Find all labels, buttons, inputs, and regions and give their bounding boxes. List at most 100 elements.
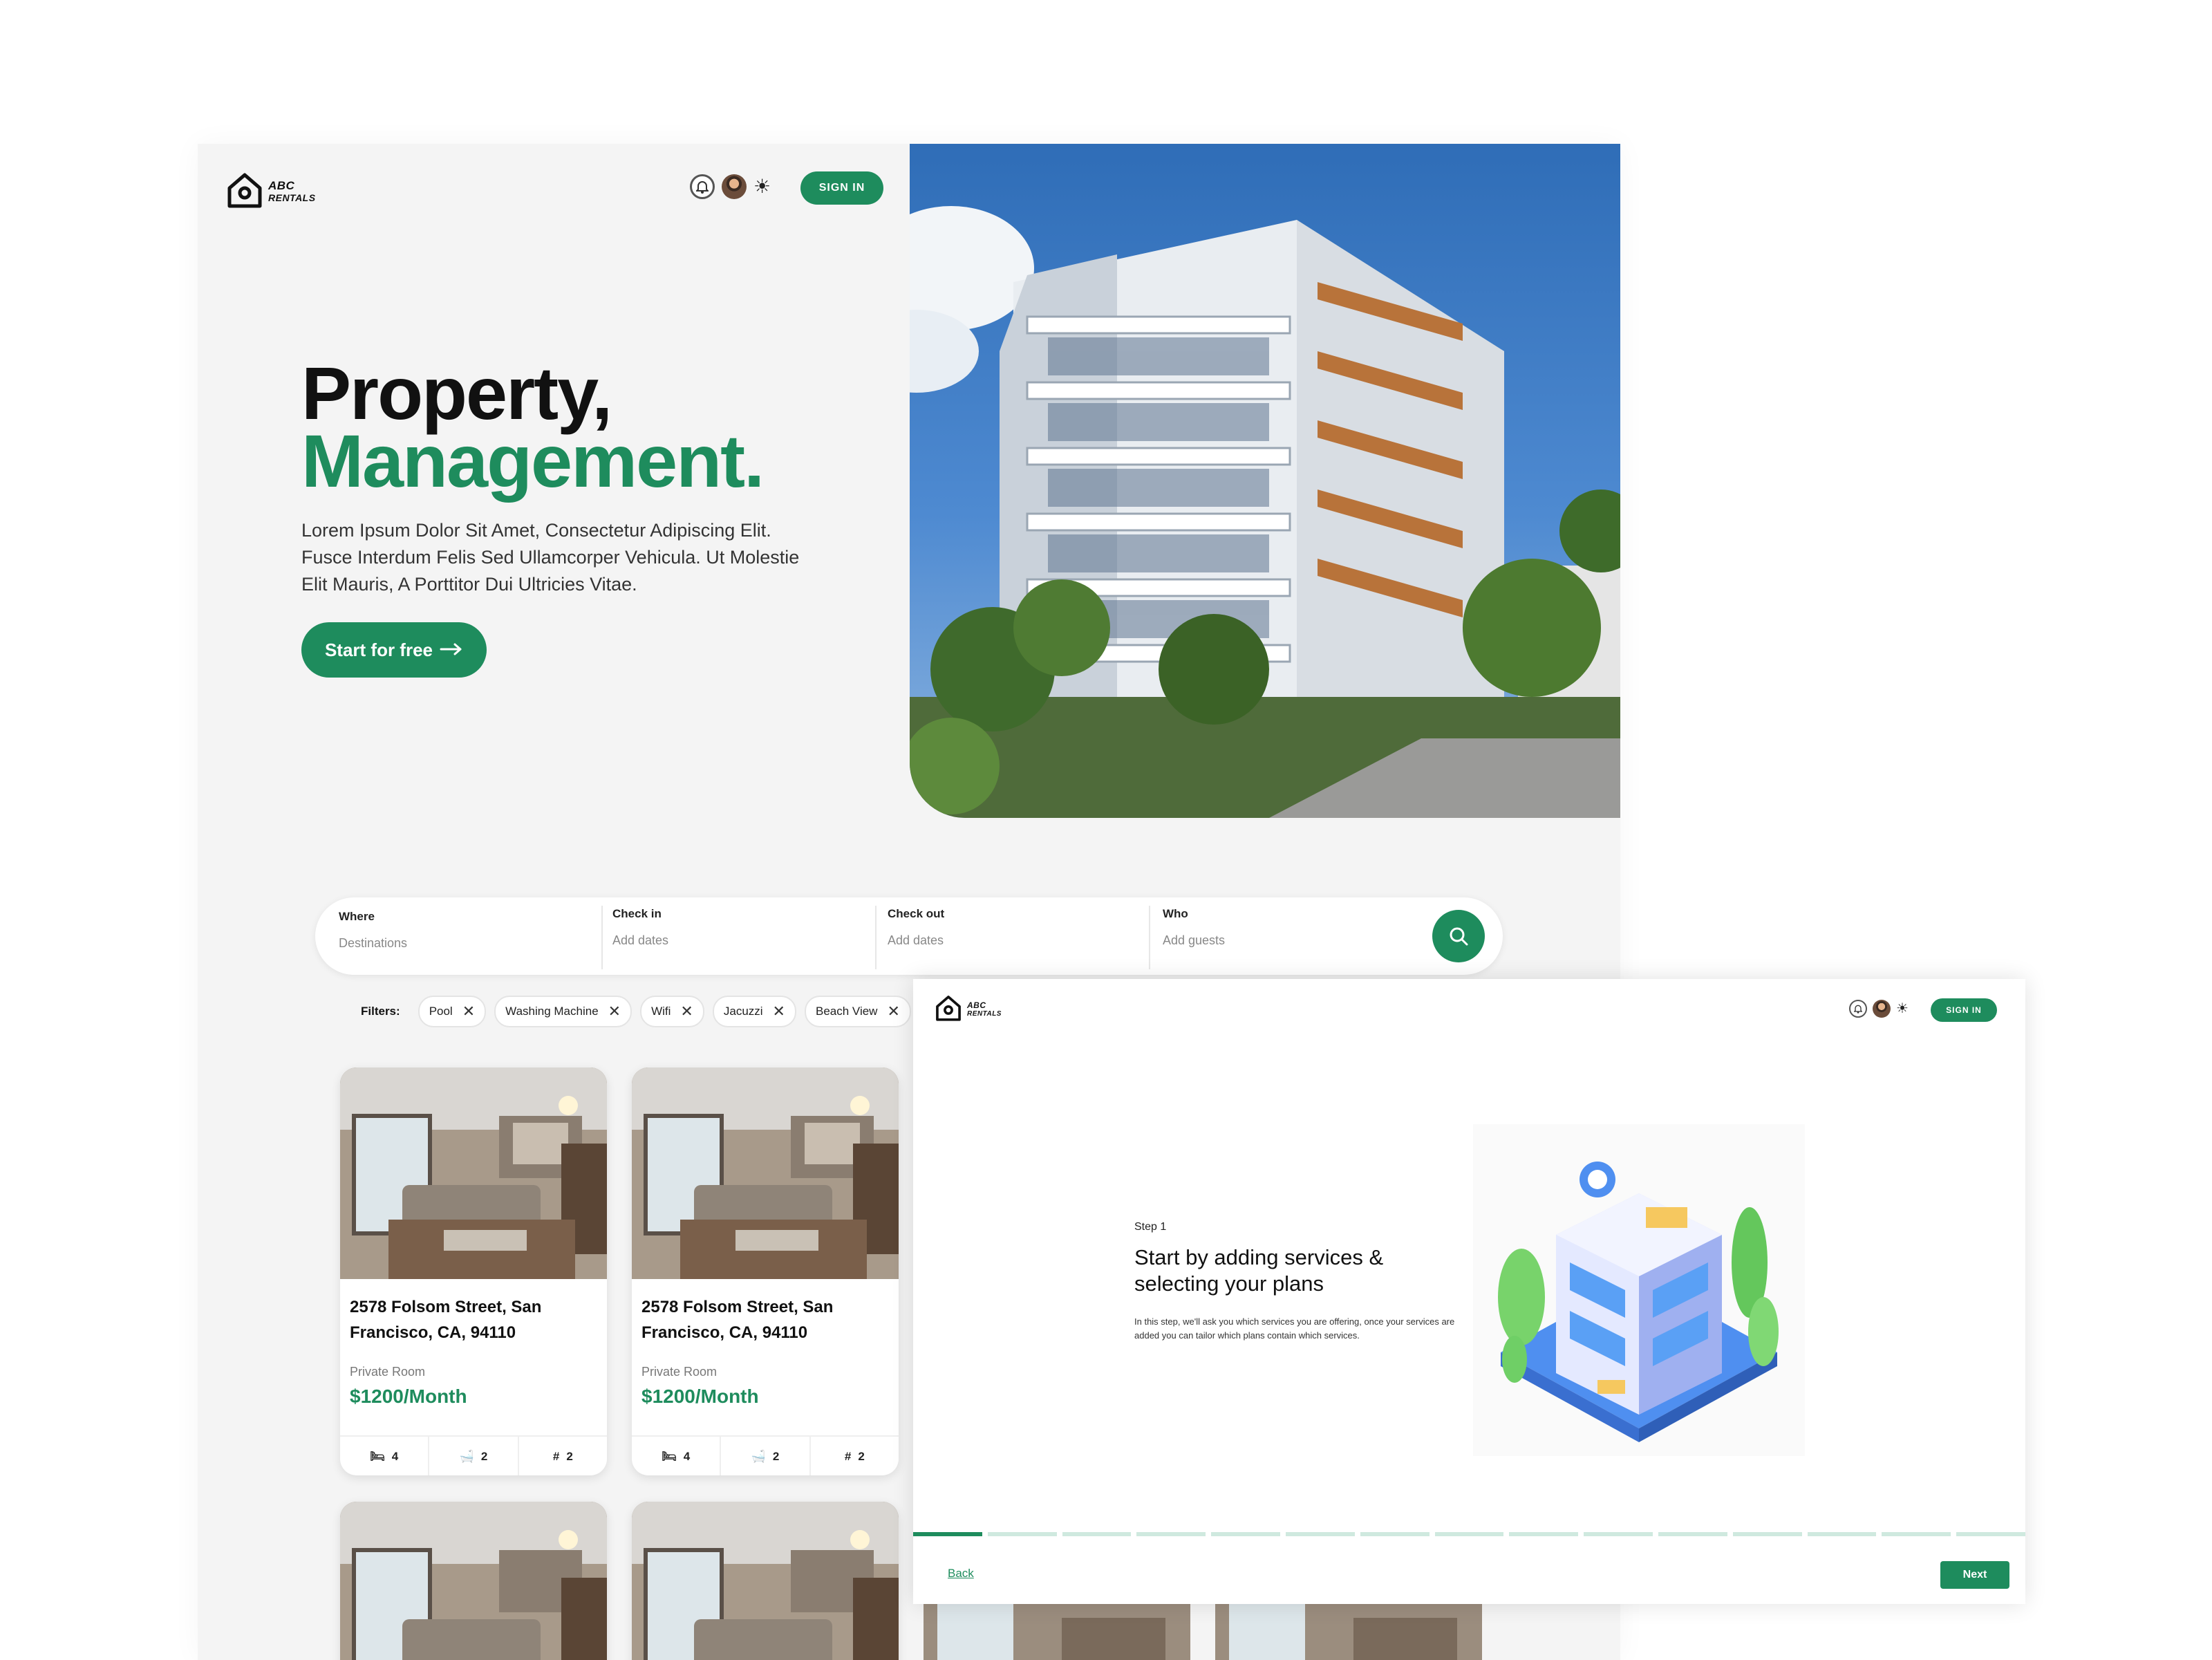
filter-chip-jacuzzi[interactable]: Jacuzzi ✕ (712, 996, 796, 1027)
search-button[interactable] (1432, 910, 1485, 962)
progress-segment (987, 1532, 1057, 1536)
brand-line1: ABC (967, 1000, 986, 1011)
who-label: Who (1163, 907, 1188, 920)
chip-label: Washing Machine (505, 1005, 599, 1018)
property-card[interactable]: 2578 Folsom Street, San Francisco, CA, 9… (632, 1067, 899, 1475)
house-logo-icon (935, 994, 962, 1025)
brand-line2: RENTALS (268, 192, 316, 203)
hero-description: Lorem Ipsum Dolor Sit Amet, Consectetur … (301, 520, 800, 595)
progress-segment (1584, 1532, 1653, 1536)
progress-segment (1434, 1532, 1504, 1536)
close-icon[interactable]: ✕ (680, 1004, 693, 1019)
brand-line2: RENTALS (967, 1010, 1002, 1018)
listing-type: Private Room (641, 1365, 718, 1379)
check-out-label: Check out (888, 907, 945, 920)
brand-wordmark: ABC RENTALS (268, 180, 316, 203)
brand-logo[interactable]: ABC RENTALS (935, 994, 1002, 1025)
area-count: 2 (566, 1450, 573, 1463)
beds-amenity: 🛏 4 (632, 1437, 722, 1475)
onboarding-progress (913, 1532, 2025, 1536)
bed-icon: 🛏 (662, 1450, 677, 1463)
progress-segment (913, 1532, 982, 1536)
start-for-free-button[interactable]: Start for free (301, 622, 487, 678)
next-button[interactable]: Next (1940, 1561, 2009, 1589)
room-photo (340, 1502, 607, 1660)
progress-segment (1956, 1532, 2025, 1536)
area-count: 2 (858, 1450, 865, 1463)
chip-label: Beach View (815, 1005, 878, 1018)
baths-count: 2 (480, 1450, 488, 1463)
progress-segment (1285, 1532, 1355, 1536)
filter-chip-wifi[interactable]: Wifi ✕ (640, 996, 704, 1027)
hero-title-line2: Management. (301, 419, 765, 503)
property-card[interactable]: 2578 Folsom Street, San Francisco, CA, 9… (340, 1067, 607, 1475)
progress-segment (1062, 1532, 1132, 1536)
progress-segment (1360, 1532, 1430, 1536)
filter-chip-washing-machine[interactable]: Washing Machine ✕ (494, 996, 632, 1027)
baths-amenity: 🛁 2 (429, 1437, 519, 1475)
amenities-row: 🛏 4 🛁 2 #2 (632, 1435, 899, 1475)
filters-row: Filters: Pool ✕ Washing Machine ✕ Wifi ✕ Ja… (361, 996, 911, 1027)
header-icons: ☀ (690, 174, 771, 199)
bed-icon: 🛏 (370, 1450, 385, 1463)
room-photo (1215, 1604, 1482, 1660)
amenities-row: 🛏 4 🛁 2 #2 (340, 1435, 607, 1475)
beds-count: 4 (391, 1450, 399, 1463)
property-card[interactable] (340, 1502, 607, 1660)
hero-title: Property, Management. (301, 356, 765, 503)
search-field-check-out[interactable]: Check out Add dates (888, 907, 1150, 962)
bell-icon[interactable] (690, 174, 715, 199)
property-card[interactable] (632, 1502, 899, 1660)
area-amenity: #2 (519, 1437, 607, 1475)
search-divider (1149, 906, 1150, 969)
progress-segment (1509, 1532, 1579, 1536)
check-in-placeholder: Add dates (612, 933, 669, 947)
avatar[interactable] (722, 174, 747, 199)
where-placeholder: Destinations (339, 936, 408, 950)
house-logo-icon (227, 171, 263, 212)
baths-amenity: 🛁 2 (721, 1437, 811, 1475)
search-divider (875, 906, 877, 969)
close-icon[interactable]: ✕ (608, 1004, 621, 1019)
chip-label: Jacuzzi (723, 1005, 763, 1018)
filter-chip-pool[interactable]: Pool ✕ (418, 996, 487, 1027)
back-link[interactable]: Back (948, 1567, 974, 1580)
check-out-placeholder: Add dates (888, 933, 944, 947)
arrow-right-icon (440, 640, 463, 661)
brand-wordmark: ABC RENTALS (967, 1000, 1002, 1018)
chip-label: Pool (429, 1005, 453, 1018)
brand-logo[interactable]: ABC RENTALS (227, 171, 316, 212)
sign-in-button[interactable]: SIGN IN (800, 171, 883, 205)
close-icon[interactable]: ✕ (773, 1004, 785, 1019)
onboarding-description: In this step, we'll ask you which servic… (1134, 1316, 1455, 1341)
bath-icon: 🛁 (459, 1450, 474, 1463)
search-field-where[interactable]: Where Destinations (339, 910, 601, 965)
room-photo (632, 1067, 899, 1279)
bath-icon: 🛁 (751, 1450, 766, 1463)
sun-icon[interactable]: ☀ (753, 177, 771, 196)
step-label: Step 1 (1134, 1221, 1167, 1233)
onboarding-title: Start by adding services & selecting you… (1134, 1245, 1384, 1296)
hero-building-photo (910, 144, 1620, 818)
avatar[interactable] (1873, 1000, 1891, 1018)
beds-count: 4 (683, 1450, 691, 1463)
beds-amenity: 🛏 4 (340, 1437, 430, 1475)
search-field-check-in[interactable]: Check in Add dates (612, 907, 875, 962)
progress-segment (1882, 1532, 1951, 1536)
header-icons: ☀ (1849, 1000, 1909, 1018)
baths-count: 2 (772, 1450, 780, 1463)
listing-address: 2578 Folsom Street, San Francisco, CA, 9… (350, 1298, 542, 1342)
close-icon[interactable]: ✕ (462, 1004, 475, 1019)
listing-price: $1200/Month (641, 1386, 759, 1407)
progress-segment (1211, 1532, 1280, 1536)
sign-in-button[interactable]: SIGN IN (1931, 998, 1997, 1022)
brand-line1: ABC (268, 179, 295, 193)
bell-icon[interactable] (1849, 1000, 1867, 1018)
sun-icon[interactable]: ☀ (1896, 1002, 1909, 1016)
search-field-who[interactable]: Who Add guests (1163, 907, 1425, 962)
progress-segment (1732, 1532, 1802, 1536)
listing-price: $1200/Month (350, 1386, 467, 1407)
progress-segment (1658, 1532, 1727, 1536)
filter-chip-beach-view[interactable]: Beach View ✕ (804, 996, 911, 1027)
close-icon[interactable]: ✕ (887, 1004, 899, 1019)
